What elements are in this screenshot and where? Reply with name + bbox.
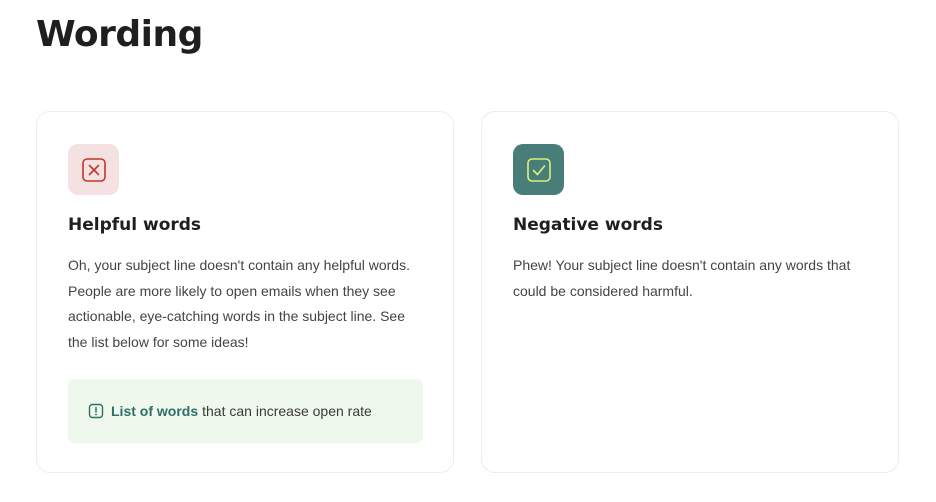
x-box-icon	[68, 144, 119, 195]
negative-words-title: Negative words	[513, 215, 663, 235]
check-box-icon	[513, 144, 564, 195]
negative-words-description: Phew! Your subject line doesn't contain …	[513, 257, 851, 299]
helpful-words-description: Oh, your subject line doesn't contain an…	[68, 257, 410, 350]
negative-words-card: Negative words Phew! Your subject line d…	[481, 111, 899, 473]
tip-text: that can increase open rate	[202, 403, 372, 419]
helpful-words-title: Helpful words	[68, 215, 202, 235]
helpful-words-tip: List of words that can increase open rat…	[68, 379, 423, 443]
page-title: Wording	[36, 14, 203, 55]
helpful-words-card: Helpful words Oh, your subject line does…	[36, 111, 454, 473]
alert-icon	[88, 403, 104, 419]
list-of-words-link[interactable]: List of words	[111, 403, 198, 419]
